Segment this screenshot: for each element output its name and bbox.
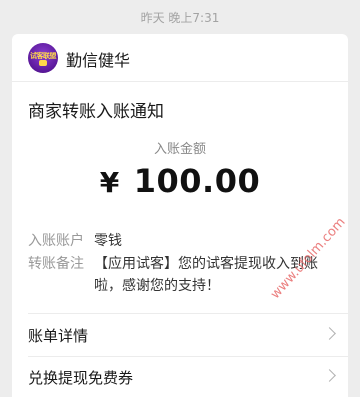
- section-divider: [28, 313, 348, 314]
- remark-label: 转账备注: [28, 256, 84, 272]
- amount-label: 入账金额: [153, 142, 206, 157]
- brand-avatar[interactable]: 试客联盟: [28, 43, 58, 73]
- currency-symbol: ¥: [99, 166, 120, 199]
- chevron-right-icon: [323, 327, 336, 340]
- redeem-voucher-label: 兑换提现免费券: [28, 369, 134, 387]
- amount-value: 100.00: [133, 162, 261, 200]
- transfer-notification-card[interactable]: 试客联盟 勤信健华 商家转账入账通知 入账金额 ¥100.00 入账账户 零钱 …: [12, 34, 348, 397]
- brand-name[interactable]: 勤信健华: [66, 47, 130, 71]
- amount-display: ¥100.00: [12, 162, 348, 200]
- account-value: 零钱: [94, 233, 122, 249]
- card-header[interactable]: 试客联盟 勤信健华: [12, 34, 348, 82]
- notification-title: 商家转账入账通知: [28, 102, 164, 122]
- bill-details-label: 账单详情: [28, 327, 89, 345]
- avatar-logo-icon: [39, 60, 47, 66]
- bill-details-link[interactable]: 账单详情: [12, 315, 348, 355]
- chevron-right-icon: [323, 369, 336, 382]
- message-timestamp: 昨天 晚上7:31: [140, 11, 220, 25]
- redeem-voucher-link[interactable]: 兑换提现免费券: [12, 357, 348, 397]
- account-label: 入账账户: [28, 233, 84, 249]
